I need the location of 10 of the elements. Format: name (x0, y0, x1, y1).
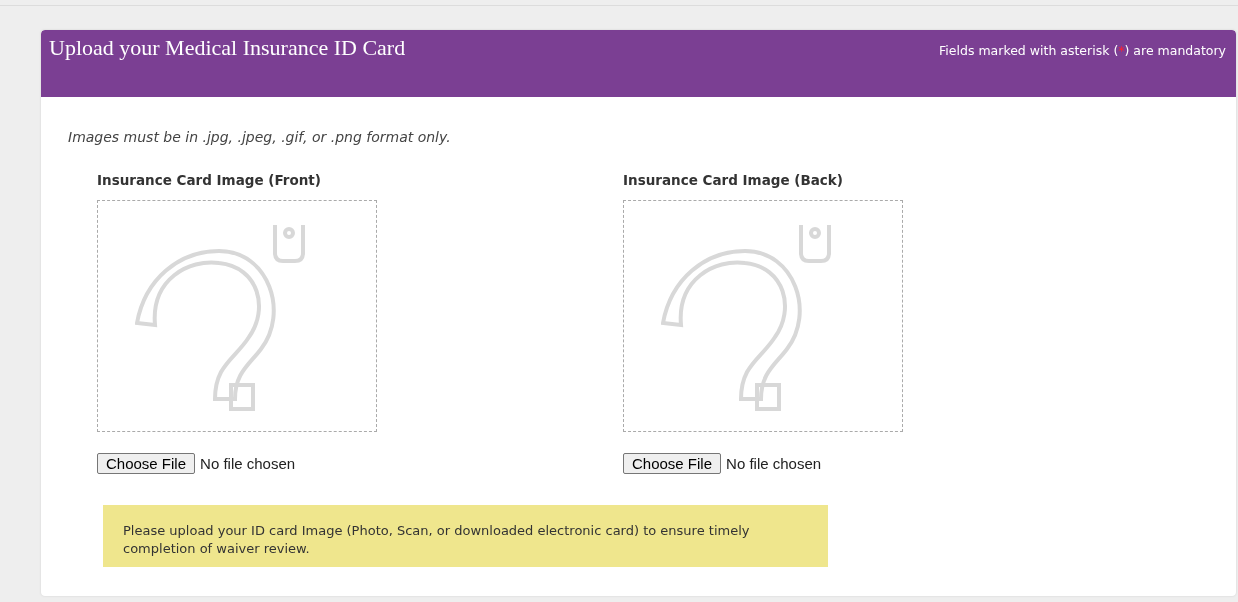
card-title: Upload your Medical Insurance ID Card (49, 35, 406, 61)
format-note: Images must be in .jpg, .jpeg, .gif, or .png format only. (68, 129, 452, 145)
upload-notice: Please upload your ID card Image (Photo, Scan, or downloaded electronic card) to ensure timely completion of waiver review. (103, 505, 828, 567)
upload-label: Insurance Card Image (Front) (97, 172, 322, 188)
file-status: No file chosen (200, 455, 296, 472)
upload-label: Insurance Card Image (Back) (623, 172, 844, 188)
choose-file-button[interactable]: Choose File (623, 453, 722, 474)
choose-file-button[interactable]: Choose File (97, 453, 196, 474)
mandatory-fields-note: Fields marked with asterisk (*) are mandatory (939, 43, 1226, 58)
file-status: No file chosen (726, 455, 822, 472)
